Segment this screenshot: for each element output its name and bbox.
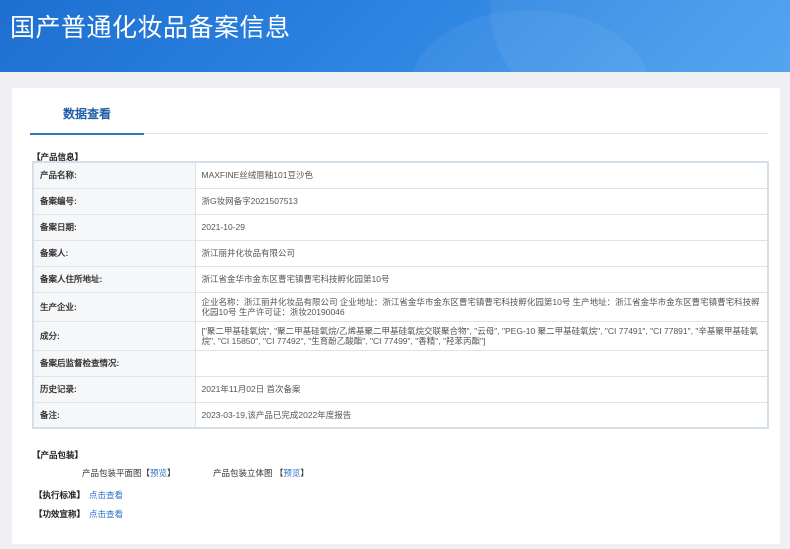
packaging-flat-item: 产品包装平面图【预览】: [82, 467, 176, 479]
row-key: 备案人:: [32, 239, 196, 267]
packaging-solid-label: 产品包装立体图: [213, 468, 273, 478]
row-key: 备案日期:: [32, 213, 196, 241]
row-value: 浙江丽井化妆品有限公司: [194, 239, 769, 267]
table-row: 备案日期: 2021-10-29: [32, 213, 769, 241]
table-row: 生产企业: 企业名称：浙江丽井化妆品有限公司 企业地址：浙江省金华市金东区曹宅镇…: [32, 291, 769, 322]
table-row: 成分: ["聚二甲基硅氧烷", "聚二甲基硅氧烷/乙烯基聚二甲基硅氧烷交联聚合物…: [32, 320, 769, 351]
row-value: 浙G妆网备字2021507513: [194, 187, 769, 215]
row-value: 2021年11月02日 首次备案: [194, 375, 769, 403]
table-row: 历史记录: 2021年11月02日 首次备案: [32, 375, 769, 403]
table-row: 备案后监督检查情况:: [32, 349, 769, 377]
standard-label: 【执行标准】: [34, 490, 86, 500]
row-key: 备案后监督检查情况:: [32, 349, 196, 377]
efficacy-label: 【功效宣称】: [34, 509, 86, 519]
row-key: 历史记录:: [32, 375, 196, 403]
table-row: 产品名称: MAXFINE丝绒唇釉101豆沙色: [32, 161, 769, 189]
row-value: ["聚二甲基硅氧烷", "聚二甲基硅氧烷/乙烯基聚二甲基硅氧烷交联聚合物", "…: [194, 320, 769, 351]
header-banner: 国产普通化妆品备案信息: [0, 0, 790, 72]
content-panel: 数据查看 【产品信息】 产品名称: MAXFINE丝绒唇釉101豆沙色 备案编号…: [12, 88, 780, 544]
row-key: 成分:: [32, 320, 196, 351]
row-value: 浙江省金华市金东区曹宅镇曹宅科技孵化园第10号: [194, 265, 769, 293]
packaging-solid-item: 产品包装立体图 【预览】: [213, 467, 309, 479]
row-key: 生产企业:: [32, 291, 196, 322]
bracket-open: 【: [141, 468, 151, 478]
efficacy-row: 【功效宣称】 点击查看: [34, 508, 123, 520]
table-row: 备案编号: 浙G妆网备字2021507513: [32, 187, 769, 215]
row-key: 备案人住所地址:: [32, 265, 196, 293]
product-info-table: 产品名称: MAXFINE丝绒唇釉101豆沙色 备案编号: 浙G妆网备字2021…: [32, 161, 769, 429]
packaging-flat-label: 产品包装平面图: [82, 468, 142, 478]
preview-solid-link[interactable]: 预览: [283, 468, 300, 478]
row-value: [194, 349, 769, 377]
efficacy-view-link[interactable]: 点击查看: [89, 509, 123, 519]
bracket-close: 】: [300, 468, 309, 478]
table-row: 备案人: 浙江丽井化妆品有限公司: [32, 239, 769, 267]
row-value: MAXFINE丝绒唇釉101豆沙色: [194, 161, 769, 189]
tab-bar: 数据查看: [30, 88, 768, 135]
standard-view-link[interactable]: 点击查看: [89, 490, 123, 500]
row-value: 2023-03-19,该产品已完成2022年度报告: [194, 401, 769, 429]
table-row: 备案人住所地址: 浙江省金华市金东区曹宅镇曹宅科技孵化园第10号: [32, 265, 769, 293]
bracket-close: 】: [167, 468, 176, 478]
table-row: 备注: 2023-03-19,该产品已完成2022年度报告: [32, 401, 769, 429]
row-key: 产品名称:: [32, 161, 196, 189]
page-title: 国产普通化妆品备案信息: [10, 14, 291, 42]
preview-flat-link[interactable]: 预览: [150, 468, 167, 478]
tab-data-view[interactable]: 数据查看: [30, 88, 144, 135]
row-key: 备案编号:: [32, 187, 196, 215]
row-value: 企业名称：浙江丽井化妆品有限公司 企业地址：浙江省金华市金东区曹宅镇曹宅科技孵化…: [194, 291, 769, 322]
row-value: 2021-10-29: [194, 213, 769, 241]
packaging-section-label: 【产品包装】: [32, 450, 84, 460]
standard-row: 【执行标准】 点击查看: [34, 489, 123, 501]
row-key: 备注:: [32, 401, 196, 429]
